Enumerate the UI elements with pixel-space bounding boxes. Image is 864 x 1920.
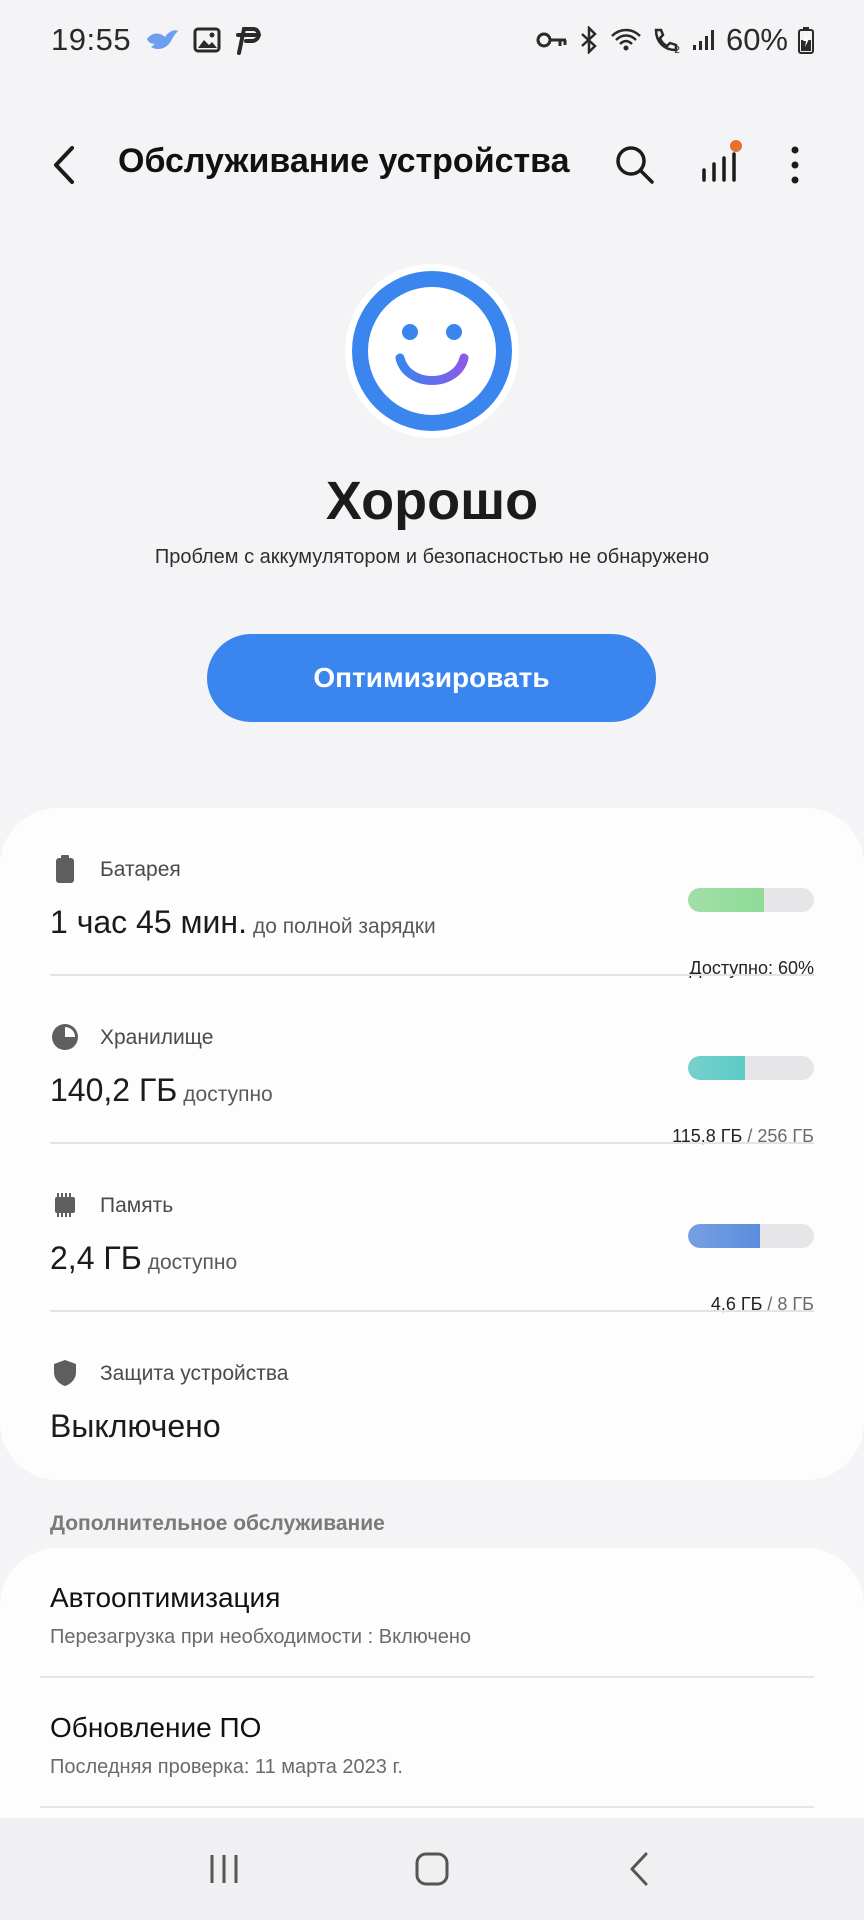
- device-protection-label: Защита устройства: [100, 1362, 289, 1385]
- bluetooth-icon: [578, 26, 600, 54]
- device-protection-row[interactable]: Защита устройства Выключено: [50, 1348, 814, 1448]
- recent-apps-button[interactable]: [194, 1839, 254, 1899]
- list-item-subtitle: Последняя проверка: 11 марта 2023 г.: [50, 1756, 403, 1778]
- divider: [50, 974, 814, 976]
- bar-stats-icon: [702, 140, 742, 182]
- shield-icon: [50, 1358, 80, 1388]
- battery-row[interactable]: Батарея 1 час 45 мин. до полной зарядки …: [50, 844, 814, 978]
- additional-section-header: Дополнительное обслуживание: [50, 1512, 385, 1535]
- memory-usage-bar: [688, 1224, 814, 1248]
- optimize-button[interactable]: Оптимизировать: [207, 634, 656, 722]
- nav-back-button[interactable]: [610, 1839, 670, 1899]
- battery-percent: 60%: [725, 22, 788, 57]
- divider: [50, 1310, 814, 1312]
- storage-value-line: 140,2 ГБ доступно: [50, 1072, 273, 1109]
- memory-chip-icon: [50, 1190, 80, 1220]
- battery-value-line: 1 час 45 мин. до полной зарядки: [50, 904, 436, 941]
- list-item-auto-optimization[interactable]: Автооптимизация Перезагрузка при необход…: [50, 1582, 814, 1649]
- device-protection-value-line: Выключено: [50, 1408, 221, 1445]
- list-item-title: Автооптимизация: [50, 1582, 281, 1613]
- back-arrow-icon: [54, 146, 74, 184]
- signal-icon: [692, 28, 716, 52]
- storage-available-value: 140,2 ГБ: [50, 1072, 178, 1108]
- battery-label: Батарея: [100, 858, 181, 881]
- list-item-subtitle: Перезагрузка при необходимости : Включен…: [50, 1626, 472, 1648]
- divider: [40, 1806, 814, 1808]
- storage-available-suffix: доступно: [183, 1083, 273, 1106]
- back-button[interactable]: [44, 140, 88, 190]
- storage-usage-bar: [688, 1056, 814, 1080]
- memory-usage-fill: [688, 1224, 761, 1248]
- recent-apps-icon: [210, 1855, 238, 1883]
- search-icon: [616, 146, 654, 184]
- pie-storage-icon: [50, 1022, 80, 1052]
- vpn-key-icon: [536, 30, 568, 50]
- bird-app-icon: [145, 25, 179, 55]
- battery-charging-icon: [798, 26, 814, 54]
- statistics-button[interactable]: [696, 138, 746, 188]
- divider: [50, 1142, 814, 1144]
- divider: [40, 1676, 814, 1678]
- storage-row[interactable]: Хранилище 140,2 ГБ доступно 115,8 ГБ / 2…: [50, 1012, 814, 1146]
- home-icon: [415, 1852, 449, 1886]
- battery-level-bar: [688, 888, 814, 912]
- clock: 19:55: [51, 22, 132, 57]
- wifi-icon: [610, 27, 642, 53]
- status-subtitle: Проблем с аккумулятором и безопасностью …: [154, 546, 710, 568]
- more-vertical-icon: [791, 146, 799, 184]
- page-title: Обслуживание устройства: [118, 142, 570, 180]
- p-app-icon: [235, 25, 263, 55]
- storage-usage-fill: [688, 1056, 745, 1080]
- maintenance-card: Батарея 1 час 45 мин. до полной зарядки …: [0, 808, 864, 1480]
- memory-available-suffix: доступно: [147, 1251, 238, 1274]
- battery-time-value: 1 час 45 мин.: [50, 904, 247, 940]
- storage-label: Хранилище: [100, 1026, 214, 1049]
- memory-row[interactable]: Память 2,4 ГБ доступно 4,6 ГБ / 8 ГБ: [50, 1180, 814, 1314]
- memory-label: Память: [100, 1194, 174, 1217]
- smiley-status-icon: [345, 264, 519, 438]
- nav-back-icon: [630, 1852, 648, 1886]
- list-item-software-update[interactable]: Обновление ПО Последняя проверка: 11 мар…: [50, 1712, 814, 1779]
- svg-text:2: 2: [674, 45, 680, 54]
- status-title: Хорошо: [325, 471, 539, 531]
- gallery-icon: [193, 27, 221, 53]
- more-options-button[interactable]: [780, 140, 810, 190]
- system-nav-bar: [0, 1818, 864, 1920]
- battery-time-suffix: до полной зарядки: [252, 915, 436, 938]
- list-item-title: Обновление ПО: [50, 1712, 262, 1743]
- battery-icon: [50, 854, 80, 884]
- search-button[interactable]: [612, 142, 658, 188]
- device-protection-value: Выключено: [50, 1408, 221, 1444]
- home-button[interactable]: [402, 1839, 462, 1899]
- battery-level-fill: [688, 888, 764, 912]
- app-header: Обслуживание устройства: [0, 120, 864, 210]
- memory-value-line: 2,4 ГБ доступно: [50, 1240, 237, 1277]
- volte-call-icon: 2: [652, 26, 682, 54]
- memory-available-value: 2,4 ГБ: [50, 1240, 142, 1276]
- status-bar: 19:55 2 60%: [0, 0, 864, 80]
